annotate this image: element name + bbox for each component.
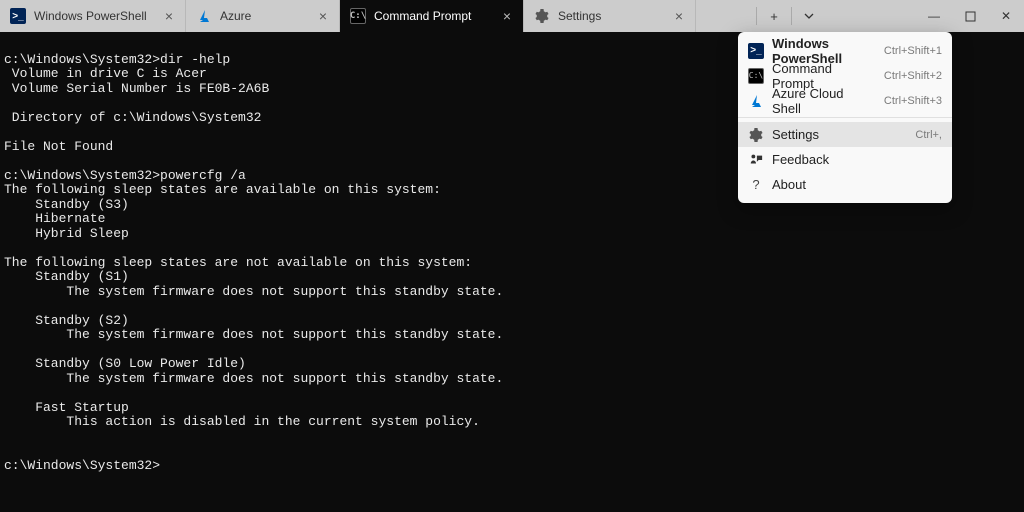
tab-label: Command Prompt bbox=[374, 9, 493, 23]
about-icon: ? bbox=[748, 177, 764, 193]
tab-actions: + bbox=[756, 0, 826, 32]
tab-label: Azure bbox=[220, 9, 309, 23]
dropdown-label: Settings bbox=[772, 127, 907, 142]
gear-icon bbox=[534, 8, 550, 24]
maximize-icon bbox=[965, 11, 976, 22]
powershell-icon: >_ bbox=[748, 43, 764, 59]
new-tab-dropdown: >_ Windows PowerShell Ctrl+Shift+1 C:\ C… bbox=[738, 32, 952, 203]
dropdown-label: Feedback bbox=[772, 152, 942, 167]
dropdown-label: Azure Cloud Shell bbox=[772, 86, 876, 116]
azure-icon bbox=[196, 8, 212, 24]
dropdown-item-settings[interactable]: Settings Ctrl+, bbox=[738, 122, 952, 147]
tab-dropdown-button[interactable] bbox=[792, 0, 826, 32]
dropdown-item-feedback[interactable]: Feedback bbox=[738, 147, 952, 172]
chevron-down-icon bbox=[803, 10, 815, 22]
gear-icon bbox=[748, 127, 764, 143]
close-icon[interactable]: × bbox=[501, 8, 513, 24]
close-icon[interactable]: × bbox=[317, 8, 329, 24]
feedback-icon bbox=[748, 152, 764, 168]
maximize-button[interactable] bbox=[952, 0, 988, 32]
dropdown-item-azure[interactable]: Azure Cloud Shell Ctrl+Shift+3 bbox=[738, 88, 952, 113]
close-window-button[interactable]: ✕ bbox=[988, 0, 1024, 32]
close-icon[interactable]: × bbox=[163, 8, 175, 24]
titlebar: >_ Windows PowerShell × Azure × C:\ Comm… bbox=[0, 0, 1024, 32]
shortcut-text: Ctrl+Shift+3 bbox=[884, 95, 942, 107]
terminal-window: >_ Windows PowerShell × Azure × C:\ Comm… bbox=[0, 0, 1024, 512]
separator bbox=[738, 117, 952, 118]
cmd-icon: C:\ bbox=[350, 8, 366, 24]
tab-azure[interactable]: Azure × bbox=[186, 0, 340, 32]
tab-strip: >_ Windows PowerShell × Azure × C:\ Comm… bbox=[0, 0, 756, 32]
shortcut-text: Ctrl+, bbox=[915, 129, 942, 141]
dropdown-label: About bbox=[772, 177, 942, 192]
shortcut-text: Ctrl+Shift+2 bbox=[884, 70, 942, 82]
dropdown-item-about[interactable]: ? About bbox=[738, 172, 952, 197]
azure-icon bbox=[748, 93, 764, 109]
powershell-icon: >_ bbox=[10, 8, 26, 24]
tab-label: Windows PowerShell bbox=[34, 9, 155, 23]
window-controls: — ✕ bbox=[916, 0, 1024, 32]
tab-command-prompt[interactable]: C:\ Command Prompt × bbox=[340, 0, 524, 32]
new-tab-button[interactable]: + bbox=[757, 0, 791, 32]
minimize-button[interactable]: — bbox=[916, 0, 952, 32]
cmd-icon: C:\ bbox=[748, 68, 764, 84]
tab-settings[interactable]: Settings × bbox=[524, 0, 696, 32]
dropdown-item-cmd[interactable]: C:\ Command Prompt Ctrl+Shift+2 bbox=[738, 63, 952, 88]
tab-powershell[interactable]: >_ Windows PowerShell × bbox=[0, 0, 186, 32]
dropdown-item-powershell[interactable]: >_ Windows PowerShell Ctrl+Shift+1 bbox=[738, 38, 952, 63]
shortcut-text: Ctrl+Shift+1 bbox=[884, 45, 942, 57]
tab-label: Settings bbox=[558, 9, 665, 23]
close-icon[interactable]: × bbox=[673, 8, 685, 24]
